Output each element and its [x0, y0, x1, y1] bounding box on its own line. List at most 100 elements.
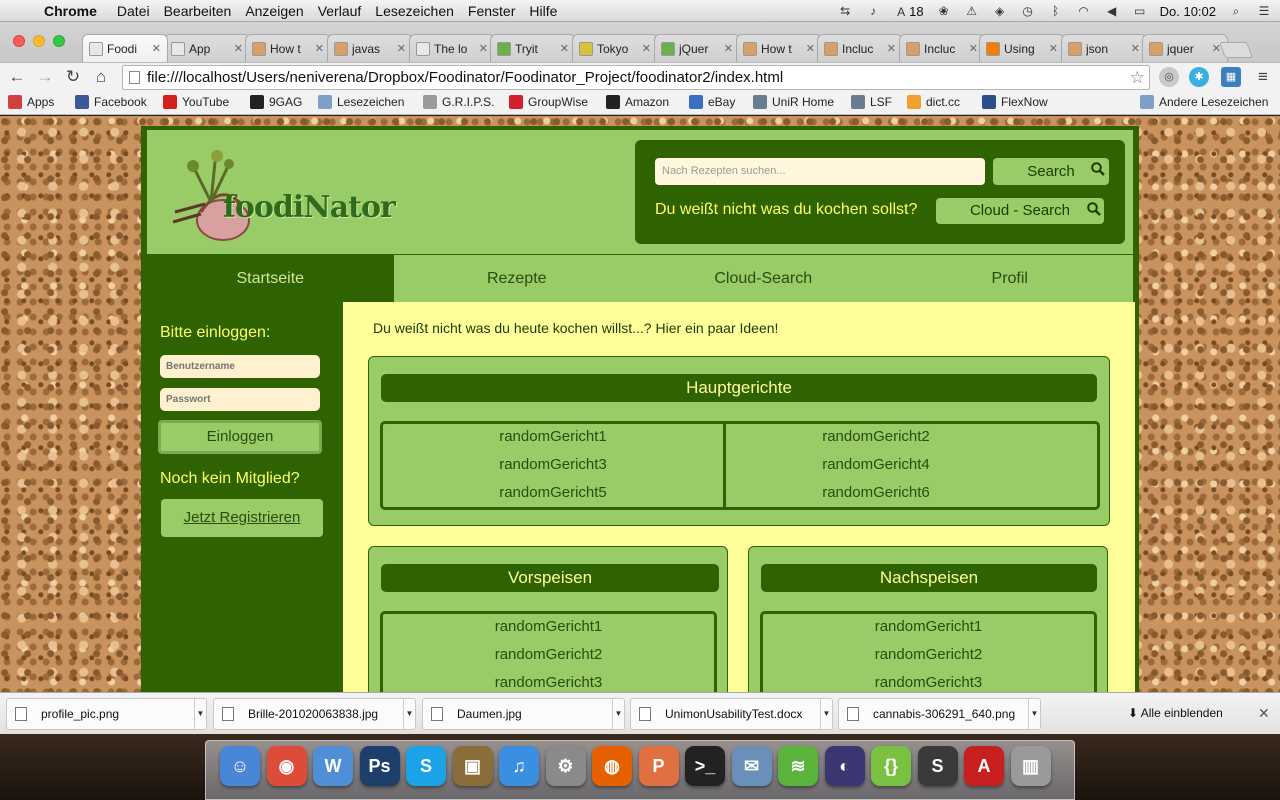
dish-link[interactable]: randomGericht6: [726, 484, 1026, 501]
forward-button[interactable]: →: [34, 66, 56, 88]
bookmark-item[interactable]: Lesezeichen: [318, 95, 404, 109]
register-button[interactable]: Jetzt Registrieren: [161, 499, 323, 537]
battery-warning-icon[interactable]: ⚠: [964, 4, 980, 18]
download-item[interactable]: profile_pic.png ▼: [6, 698, 207, 730]
download-item[interactable]: UnimonUsabilityTest.docx ▼: [630, 698, 833, 730]
browser-tab[interactable]: jquer ✕: [1142, 34, 1228, 62]
adobe-updates-status[interactable]: A 18: [893, 4, 923, 19]
reload-button[interactable]: ↻: [62, 66, 84, 88]
tab-close-icon[interactable]: ✕: [724, 42, 733, 55]
dish-link[interactable]: randomGericht3: [763, 674, 1094, 691]
dish-link[interactable]: randomGericht2: [726, 428, 1026, 445]
download-item[interactable]: cannabis-306291_640.png ▼: [838, 698, 1041, 730]
foodinator-logo[interactable]: foodiNator: [171, 142, 411, 242]
tab-close-icon[interactable]: ✕: [642, 42, 651, 55]
acrobat-icon[interactable]: A: [964, 746, 1004, 786]
menu-fenster[interactable]: Fenster: [468, 3, 527, 19]
nav-profil[interactable]: Profil: [886, 255, 1133, 302]
teamviewer-icon[interactable]: ⇆: [837, 4, 853, 18]
nav-cloud-search[interactable]: Cloud-Search: [640, 255, 887, 302]
dish-link[interactable]: randomGericht2: [763, 646, 1094, 663]
volume-icon[interactable]: ◀: [1104, 4, 1120, 18]
tab-close-icon[interactable]: ✕: [969, 42, 978, 55]
show-all-downloads-link[interactable]: ⬇ Alle einblenden: [1128, 706, 1223, 720]
bookmark-item[interactable]: Apps: [8, 95, 54, 109]
download-menu-arrow-icon[interactable]: ▼: [820, 699, 832, 729]
share-extension-icon[interactable]: ✱: [1189, 67, 1209, 87]
bookmark-item[interactable]: LSF: [851, 95, 892, 109]
home-button[interactable]: ⌂: [90, 66, 112, 88]
trash-icon[interactable]: ▥: [1010, 746, 1051, 786]
tab-close-icon[interactable]: ✕: [152, 42, 161, 55]
calendar-extension-icon[interactable]: ▦: [1221, 67, 1241, 87]
firefox-icon[interactable]: ◍: [592, 746, 632, 786]
notification-center-icon[interactable]: ☰: [1256, 4, 1272, 18]
menu-datei[interactable]: Datei: [117, 3, 162, 19]
bluetooth-icon[interactable]: ᛒ: [1048, 4, 1064, 18]
tab-close-icon[interactable]: ✕: [1131, 42, 1140, 55]
eclipse-icon[interactable]: ◐: [824, 746, 865, 786]
bookmark-item[interactable]: dict.cc: [907, 95, 960, 109]
browser-tab[interactable]: Incluc ✕: [817, 34, 903, 62]
paw-icon[interactable]: ❀: [936, 4, 952, 18]
bookmark-item[interactable]: Facebook: [75, 95, 147, 109]
close-download-shelf-icon[interactable]: ✕: [1258, 705, 1270, 722]
browser-tab[interactable]: json ✕: [1061, 34, 1147, 62]
menu-lesezeichen[interactable]: Lesezeichen: [375, 3, 466, 19]
browser-tab[interactable]: Tryit ✕: [490, 34, 576, 62]
tab-close-icon[interactable]: ✕: [887, 42, 896, 55]
chrome-menu-icon[interactable]: ≡: [1252, 66, 1274, 88]
download-menu-arrow-icon[interactable]: ▼: [1028, 699, 1040, 729]
bookmark-item[interactable]: UniR Home: [753, 95, 834, 109]
nav-rezepte[interactable]: Rezepte: [393, 255, 640, 302]
password-field[interactable]: [160, 388, 320, 411]
dish-link[interactable]: randomGericht1: [763, 618, 1094, 635]
browser-tab[interactable]: jQuer ✕: [654, 34, 740, 62]
browser-tab[interactable]: How t ✕: [736, 34, 822, 62]
tab-close-icon[interactable]: ✕: [560, 42, 569, 55]
extension-disabled-icon[interactable]: ◎: [1159, 67, 1179, 87]
tab-close-icon[interactable]: ✕: [806, 42, 815, 55]
browser-tab[interactable]: App ✕: [164, 34, 250, 62]
tab-close-icon[interactable]: ✕: [1049, 42, 1058, 55]
address-bar[interactable]: file:///localhost/Users/neniverena/Dropb…: [122, 65, 1150, 90]
download-menu-arrow-icon[interactable]: ▼: [194, 699, 206, 729]
tab-close-icon[interactable]: ✕: [479, 42, 488, 55]
new-tab-button[interactable]: [1219, 42, 1253, 58]
itunes-icon[interactable]: ♫: [499, 746, 539, 786]
menu-verlauf[interactable]: Verlauf: [318, 3, 374, 19]
bookmark-item[interactable]: eBay: [689, 95, 735, 109]
login-button[interactable]: Einloggen: [158, 420, 322, 454]
bookmark-item[interactable]: GroupWise: [509, 95, 588, 109]
bookmark-item[interactable]: Amazon: [606, 95, 669, 109]
browser-tab[interactable]: Foodi ✕: [82, 34, 168, 62]
spotlight-search-icon[interactable]: ⌕: [1228, 4, 1244, 18]
browser-tab[interactable]: Using ✕: [979, 34, 1065, 62]
bookmark-item[interactable]: 9GAG: [250, 95, 302, 109]
browser-tab[interactable]: The lo ✕: [409, 34, 495, 62]
download-item[interactable]: Brille-201020063838.jpg ▼: [213, 698, 416, 730]
window-minimize-button[interactable]: [33, 35, 45, 47]
tab-close-icon[interactable]: ✕: [315, 42, 324, 55]
browser-tab[interactable]: javas ✕: [327, 34, 413, 62]
browser-tab[interactable]: Tokyo ✕: [572, 34, 658, 62]
tab-close-icon[interactable]: ✕: [234, 42, 243, 55]
spotify-icon[interactable]: ≋: [778, 746, 818, 786]
back-button[interactable]: ←: [6, 66, 28, 88]
iphoto-icon[interactable]: ▣: [452, 746, 493, 786]
browser-tab[interactable]: Incluc ✕: [899, 34, 985, 62]
tab-close-icon[interactable]: ✕: [397, 42, 406, 55]
window-zoom-button[interactable]: [53, 35, 65, 47]
mail-icon[interactable]: ✉: [731, 746, 772, 786]
download-menu-arrow-icon[interactable]: ▼: [612, 699, 624, 729]
presentation-icon[interactable]: P: [638, 746, 679, 786]
terminal-icon[interactable]: >_: [685, 746, 725, 786]
dish-link[interactable]: randomGericht1: [383, 428, 723, 445]
skype-icon[interactable]: S: [406, 746, 446, 786]
menu-bearbeiten[interactable]: Bearbeiten: [164, 3, 244, 19]
cloud-search-button[interactable]: Cloud - Search: [936, 198, 1104, 224]
menu-anzeigen[interactable]: Anzeigen: [245, 3, 315, 19]
nav-startseite[interactable]: Startseite: [147, 255, 394, 302]
bookmark-item[interactable]: Andere Lesezeichen: [1140, 95, 1268, 109]
download-item[interactable]: Daumen.jpg ▼: [422, 698, 625, 730]
